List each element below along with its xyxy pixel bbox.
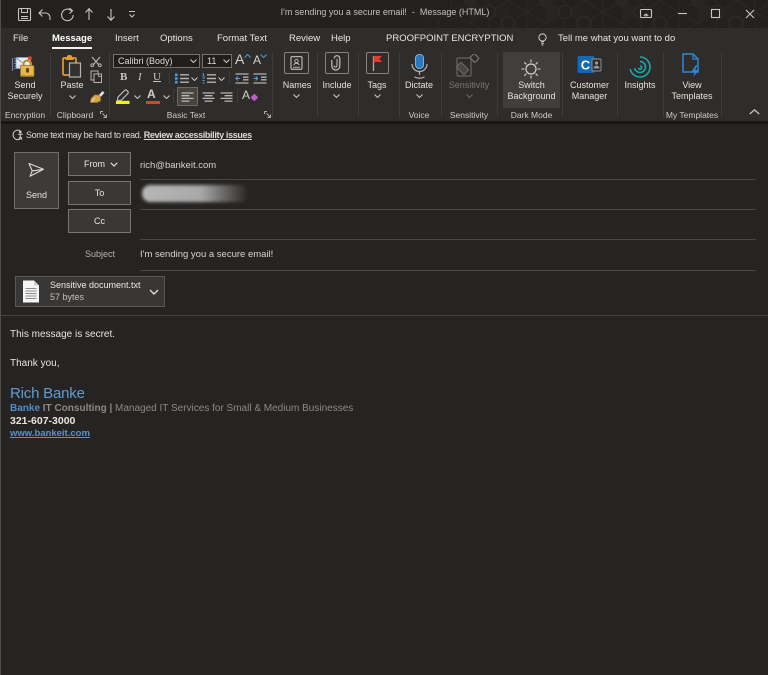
svg-text:C: C — [581, 58, 591, 73]
